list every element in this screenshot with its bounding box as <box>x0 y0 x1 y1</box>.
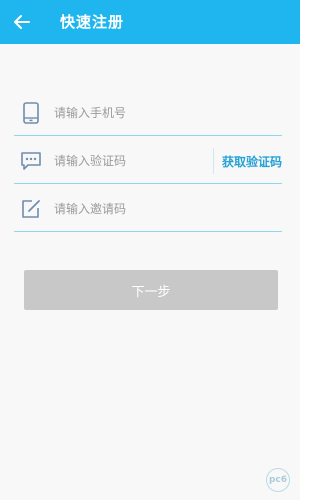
watermark: pc6 <box>266 468 290 492</box>
verification-code-input[interactable] <box>54 146 213 176</box>
page-title: 快速注册 <box>60 13 125 31</box>
app-header: 快速注册 <box>0 0 300 44</box>
code-row: 获取验证码 <box>14 139 282 184</box>
next-step-button[interactable]: 下一步 <box>24 270 278 310</box>
back-button[interactable] <box>8 8 36 36</box>
code-divider <box>212 148 214 174</box>
edit-icon <box>18 196 44 222</box>
phone-icon <box>18 100 44 126</box>
get-code-button[interactable]: 获取验证码 <box>222 153 282 170</box>
phone-input[interactable] <box>54 98 282 128</box>
message-icon <box>18 148 44 174</box>
phone-row <box>14 91 282 136</box>
register-form: 获取验证码 下一步 pc6 <box>0 44 300 500</box>
invite-code-input[interactable] <box>54 194 282 224</box>
invite-row <box>14 187 282 232</box>
arrow-left-icon <box>14 15 30 29</box>
watermark-logo: pc6 <box>266 468 290 492</box>
